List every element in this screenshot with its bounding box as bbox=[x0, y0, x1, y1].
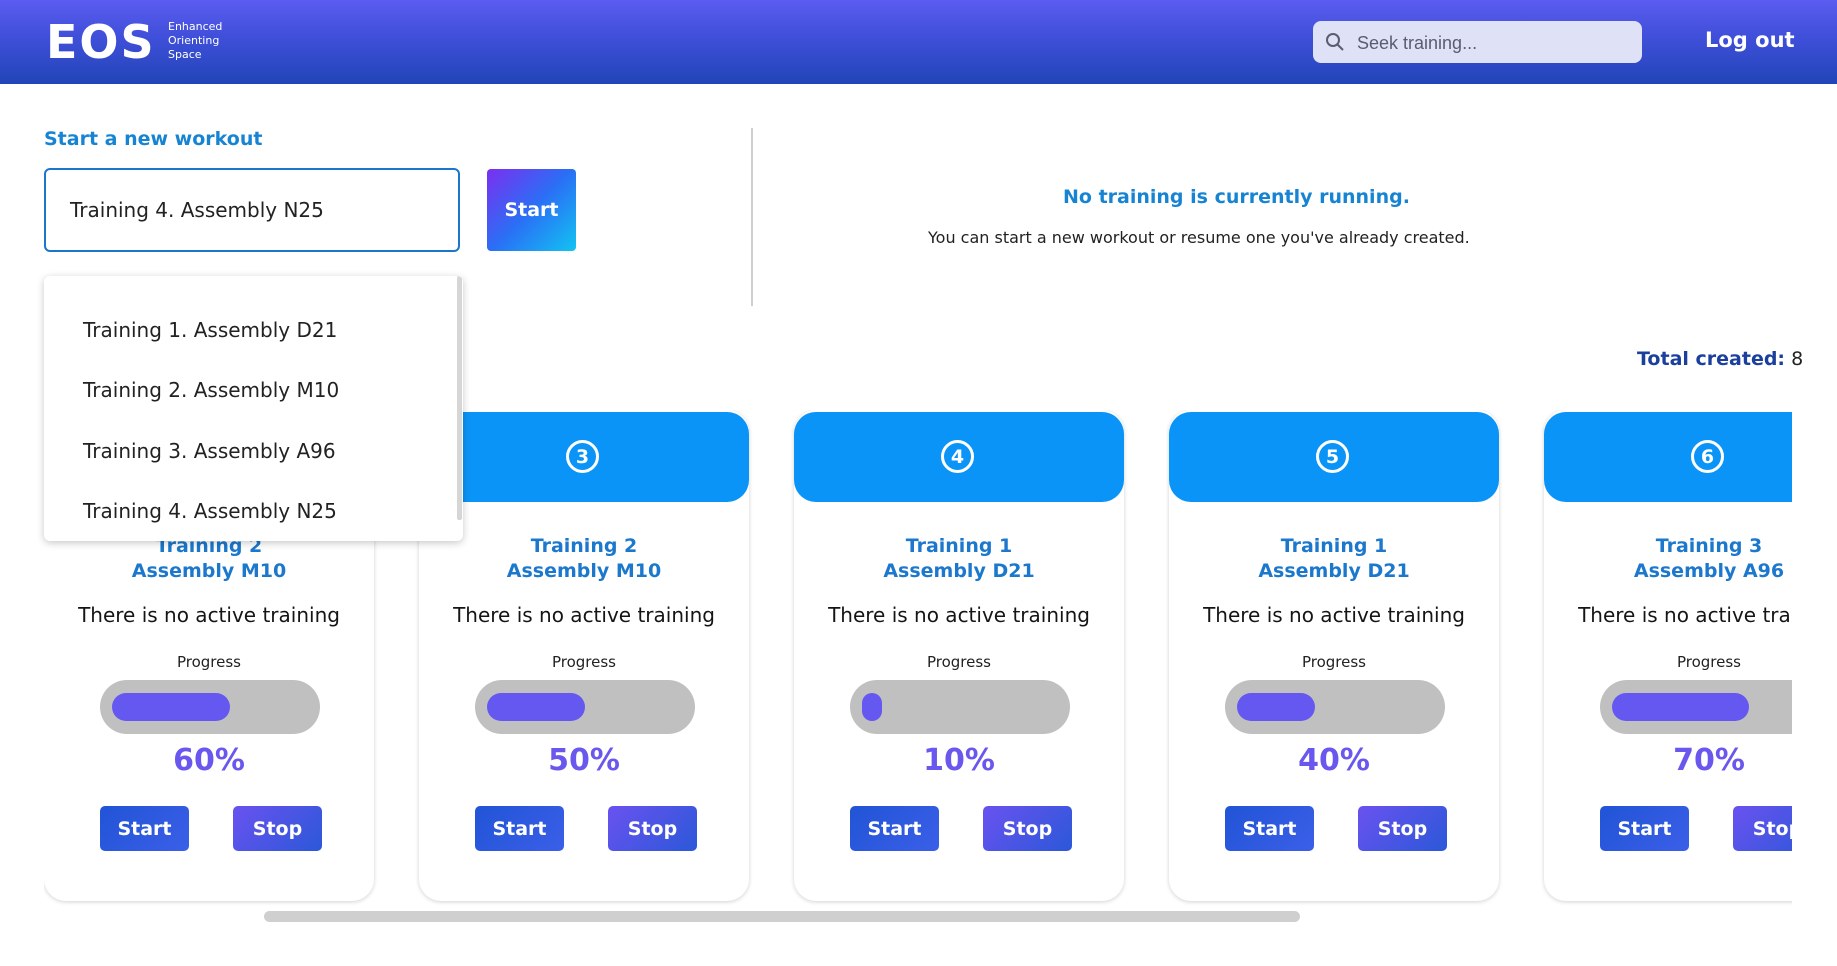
card-header: 6 bbox=[1544, 412, 1792, 502]
start-workout-button[interactable]: Start bbox=[487, 169, 576, 251]
logo-text: EOS bbox=[46, 15, 156, 69]
training-card: 6 Training 3 Assembly A96 There is no ac… bbox=[1544, 410, 1792, 901]
progress-bar bbox=[475, 680, 695, 734]
total-created-value: 8 bbox=[1791, 348, 1804, 370]
new-workout-title: Start a new workout bbox=[44, 128, 263, 150]
card-start-button[interactable]: Start bbox=[850, 806, 939, 851]
card-title: Training 1 Assembly D21 bbox=[1169, 534, 1499, 584]
card-stop-button[interactable]: Stop bbox=[1358, 806, 1447, 851]
card-header: 3 bbox=[419, 412, 749, 502]
progress-label: Progress bbox=[1301, 653, 1366, 671]
training-dropdown: Training 1. Assembly D21 Training 2. Ass… bbox=[44, 276, 463, 541]
logo-sub-line: Space bbox=[168, 48, 202, 61]
card-stop-button[interactable]: Stop bbox=[233, 806, 322, 851]
card-title-line: Assembly D21 bbox=[883, 560, 1035, 582]
dropdown-option[interactable]: Training 3. Assembly A96 bbox=[83, 439, 336, 463]
logo-sub-line: Enhanced bbox=[168, 20, 223, 33]
dropdown-option[interactable]: Training 1. Assembly D21 bbox=[83, 318, 337, 342]
progress-bar bbox=[850, 680, 1070, 734]
training-card: 5 Training 1 Assembly D21 There is no ac… bbox=[1169, 410, 1499, 901]
app-header: EOS Enhanced Orienting Space Log out bbox=[0, 0, 1837, 84]
card-title-line: Assembly M10 bbox=[506, 560, 662, 582]
card-header: 5 bbox=[1169, 412, 1499, 502]
progress-percent: 40% bbox=[1298, 743, 1370, 778]
progress-bar bbox=[1225, 680, 1445, 734]
logout-button[interactable]: Log out bbox=[1705, 28, 1795, 52]
progress-bar bbox=[1600, 680, 1792, 734]
progress-fill bbox=[862, 693, 882, 721]
logo-subtitle: Enhanced Orienting Space bbox=[168, 20, 248, 62]
dropdown-option[interactable]: Training 4. Assembly N25 bbox=[83, 499, 337, 523]
card-status: There is no active training bbox=[1578, 603, 1792, 627]
card-title: Training 3 Assembly A96 bbox=[1544, 534, 1792, 584]
card-start-button[interactable]: Start bbox=[475, 806, 564, 851]
progress-bar bbox=[100, 680, 320, 734]
training-select-value: Training 4. Assembly N25 bbox=[70, 198, 324, 222]
progress-percent: 50% bbox=[548, 743, 620, 778]
progress-percent: 70% bbox=[1673, 743, 1745, 778]
status-title: No training is currently running. bbox=[1063, 186, 1410, 208]
card-header-curve bbox=[1544, 502, 1792, 532]
card-title: Training 2 Assembly M10 bbox=[419, 534, 749, 584]
training-select[interactable]: Training 4. Assembly N25 bbox=[44, 168, 460, 252]
card-title: Training 2 Assembly M10 bbox=[44, 534, 374, 584]
progress-label: Progress bbox=[1676, 653, 1741, 671]
card-title-line: Training 1 bbox=[1280, 535, 1388, 557]
total-created-label: Total created: bbox=[1637, 348, 1786, 370]
progress-label: Progress bbox=[176, 653, 241, 671]
card-start-button[interactable]: Start bbox=[100, 806, 189, 851]
progress-fill bbox=[1237, 693, 1315, 721]
card-number: 3 bbox=[566, 440, 599, 473]
training-card: 3 Training 2 Assembly M10 There is no ac… bbox=[419, 410, 749, 901]
card-status: There is no active training bbox=[828, 603, 1090, 627]
card-stop-button[interactable]: Stop bbox=[983, 806, 1072, 851]
card-title-line: Assembly M10 bbox=[131, 560, 287, 582]
card-title: Training 1 Assembly D21 bbox=[794, 534, 1124, 584]
card-header-curve bbox=[794, 502, 1124, 532]
logo-sub-line: Orienting bbox=[168, 34, 220, 47]
card-status: There is no active training bbox=[78, 603, 340, 627]
card-header-curve bbox=[419, 502, 749, 532]
training-card: 4 Training 1 Assembly D21 There is no ac… bbox=[794, 410, 1124, 901]
status-subtitle: You can start a new workout or resume on… bbox=[928, 228, 1470, 247]
card-number: 5 bbox=[1316, 440, 1349, 473]
card-status: There is no active training bbox=[453, 603, 715, 627]
card-title-line: Assembly D21 bbox=[1258, 560, 1410, 582]
search-input[interactable] bbox=[1355, 21, 1629, 65]
card-title-line: Assembly A96 bbox=[1633, 560, 1785, 582]
progress-percent: 60% bbox=[173, 743, 245, 778]
card-number: 4 bbox=[941, 440, 974, 473]
card-header: 4 bbox=[794, 412, 1124, 502]
card-title-line: Training 3 bbox=[1655, 535, 1763, 557]
card-header-curve bbox=[1169, 502, 1499, 532]
card-stop-button[interactable]: Stop bbox=[1733, 806, 1792, 851]
card-start-button[interactable]: Start bbox=[1225, 806, 1314, 851]
card-title-line: Training 1 bbox=[905, 535, 1013, 557]
progress-percent: 10% bbox=[923, 743, 995, 778]
progress-label: Progress bbox=[926, 653, 991, 671]
progress-label: Progress bbox=[551, 653, 616, 671]
dropdown-scrollbar[interactable] bbox=[457, 276, 462, 520]
card-stop-button[interactable]: Stop bbox=[608, 806, 697, 851]
dropdown-option[interactable]: Training 2. Assembly M10 bbox=[83, 378, 339, 402]
progress-fill bbox=[1612, 693, 1749, 721]
card-status: There is no active training bbox=[1203, 603, 1465, 627]
card-title-line: Training 2 bbox=[530, 535, 638, 557]
progress-fill bbox=[487, 693, 585, 721]
card-number: 6 bbox=[1691, 440, 1724, 473]
progress-fill bbox=[112, 693, 230, 721]
horizontal-scrollbar[interactable] bbox=[264, 911, 1300, 922]
total-created: Total created: 8 bbox=[1637, 348, 1803, 370]
search-icon bbox=[1326, 33, 1344, 51]
vertical-divider bbox=[751, 128, 753, 306]
search-box[interactable] bbox=[1313, 21, 1642, 65]
card-start-button[interactable]: Start bbox=[1600, 806, 1689, 851]
